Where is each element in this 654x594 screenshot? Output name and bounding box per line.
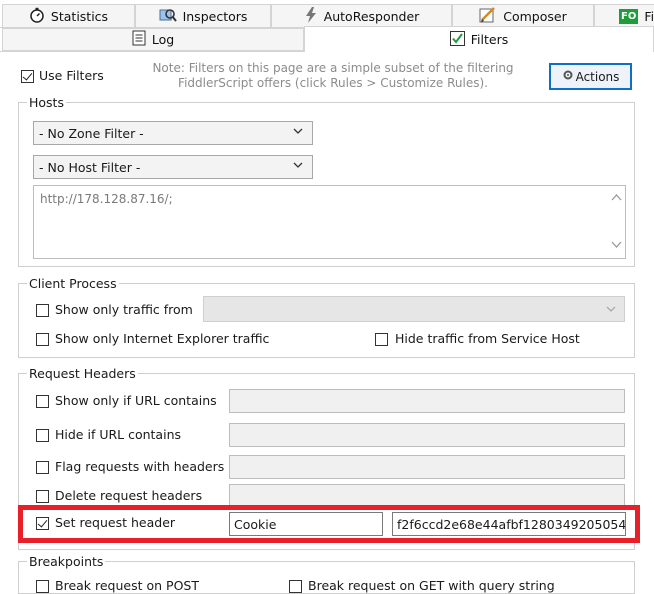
set-header-value-input[interactable]: f2f6ccd2e68e44afbf1280349205054; bbox=[392, 512, 626, 536]
tab-autoresponder[interactable]: AutoResponder bbox=[271, 4, 452, 27]
use-filters-checkbox[interactable] bbox=[21, 70, 34, 83]
breakpoints-legend: Breakpoints bbox=[29, 554, 104, 569]
hosts-text: http://178.128.87.16/; bbox=[40, 192, 173, 206]
actions-button[interactable]: Actions bbox=[549, 63, 632, 90]
hosts-legend: Hosts bbox=[29, 95, 64, 110]
host-filter-select[interactable]: - No Host Filter - bbox=[33, 155, 313, 179]
actions-label: Actions bbox=[575, 69, 620, 84]
chevron-down-icon bbox=[605, 303, 617, 318]
pencil-icon bbox=[479, 6, 497, 26]
show-url-contains-checkbox[interactable] bbox=[36, 395, 49, 408]
hosts-textarea[interactable]: http://178.128.87.16/; bbox=[33, 185, 626, 259]
tab-composer-label: Composer bbox=[503, 8, 567, 24]
log-icon bbox=[132, 30, 146, 49]
delete-headers-checkbox[interactable] bbox=[36, 490, 49, 503]
filters-note: Note: Filters on this page are a simple … bbox=[133, 61, 533, 91]
tab-filters-label: Filters bbox=[470, 32, 509, 47]
filters-note-line1: Note: Filters on this page are a simple … bbox=[152, 61, 514, 75]
set-header-value-text: f2f6ccd2e68e44afbf1280349205054; bbox=[397, 517, 626, 532]
content-top-border bbox=[0, 51, 304, 52]
set-header-name-value: Cookie bbox=[234, 517, 277, 532]
flag-headers-label: Flag requests with headers bbox=[55, 459, 225, 474]
fo-badge-icon: FO bbox=[619, 8, 639, 24]
show-ie-traffic-checkbox[interactable] bbox=[36, 333, 49, 346]
hide-url-contains-label: Hide if URL contains bbox=[55, 427, 182, 442]
use-filters-label: Use Filters bbox=[39, 68, 104, 83]
break-post-checkbox[interactable] bbox=[36, 580, 49, 593]
hide-service-host-label: Hide traffic from Service Host bbox=[395, 331, 580, 346]
gear-icon bbox=[562, 69, 574, 84]
request-headers-legend: Request Headers bbox=[29, 366, 136, 381]
tab-inspectors-label: Inspectors bbox=[182, 8, 248, 24]
show-url-contains-input[interactable] bbox=[229, 389, 625, 413]
filters-note-line2: FiddlerScript offers (click Rules > Cust… bbox=[178, 76, 488, 90]
scroll-up-icon[interactable] bbox=[611, 190, 622, 204]
set-header-checkbox[interactable] bbox=[36, 517, 49, 530]
delete-headers-label: Delete request headers bbox=[55, 488, 203, 503]
process-select[interactable] bbox=[203, 296, 625, 322]
break-get-label: Break request on GET with query string bbox=[308, 578, 555, 593]
show-ie-traffic-label: Show only Internet Explorer traffic bbox=[55, 331, 270, 346]
show-only-traffic-from-label: Show only traffic from bbox=[55, 302, 193, 317]
tab-composer[interactable]: Composer bbox=[452, 4, 594, 27]
delete-headers-input[interactable] bbox=[229, 484, 625, 506]
host-filter-value: - No Host Filter - bbox=[39, 160, 141, 175]
hide-service-host-checkbox[interactable] bbox=[375, 333, 388, 346]
tab-fo-label: Fi bbox=[644, 8, 654, 24]
tab-autoresponder-label: AutoResponder bbox=[323, 8, 420, 24]
lightning-icon bbox=[304, 6, 318, 26]
hide-url-contains-input[interactable] bbox=[229, 423, 625, 447]
hide-url-contains-checkbox[interactable] bbox=[36, 429, 49, 442]
chevron-down-icon bbox=[292, 159, 304, 174]
tab-log-label: Log bbox=[151, 32, 175, 47]
tab-statistics[interactable]: Statistics bbox=[2, 4, 135, 27]
flag-headers-checkbox[interactable] bbox=[36, 461, 49, 474]
flag-headers-input[interactable] bbox=[229, 455, 625, 479]
show-url-contains-label: Show only if URL contains bbox=[55, 393, 217, 408]
break-get-checkbox[interactable] bbox=[289, 580, 302, 593]
chevron-down-icon bbox=[292, 125, 304, 140]
tab-filters[interactable]: Filters bbox=[304, 26, 654, 52]
set-header-label: Set request header bbox=[55, 515, 176, 530]
scroll-down-icon[interactable] bbox=[611, 238, 622, 252]
zone-filter-select[interactable]: - No Zone Filter - bbox=[33, 121, 313, 145]
set-header-name-input[interactable]: Cookie bbox=[229, 512, 383, 536]
hosts-scrollbar[interactable] bbox=[608, 186, 625, 258]
tab-inspectors[interactable]: Inspectors bbox=[135, 4, 271, 27]
stopwatch-icon bbox=[29, 7, 45, 26]
zone-filter-value: - No Zone Filter - bbox=[39, 126, 144, 141]
break-post-label: Break request on POST bbox=[55, 578, 199, 593]
magnifier-icon bbox=[159, 7, 177, 26]
tab-statistics-label: Statistics bbox=[50, 8, 109, 24]
show-only-traffic-from-checkbox[interactable] bbox=[36, 304, 49, 317]
tab-log[interactable]: Log bbox=[2, 28, 304, 51]
tab-fiddlerorchestra[interactable]: FO Fi bbox=[594, 4, 654, 27]
filters-check-icon bbox=[449, 30, 465, 49]
client-process-legend: Client Process bbox=[29, 276, 117, 291]
